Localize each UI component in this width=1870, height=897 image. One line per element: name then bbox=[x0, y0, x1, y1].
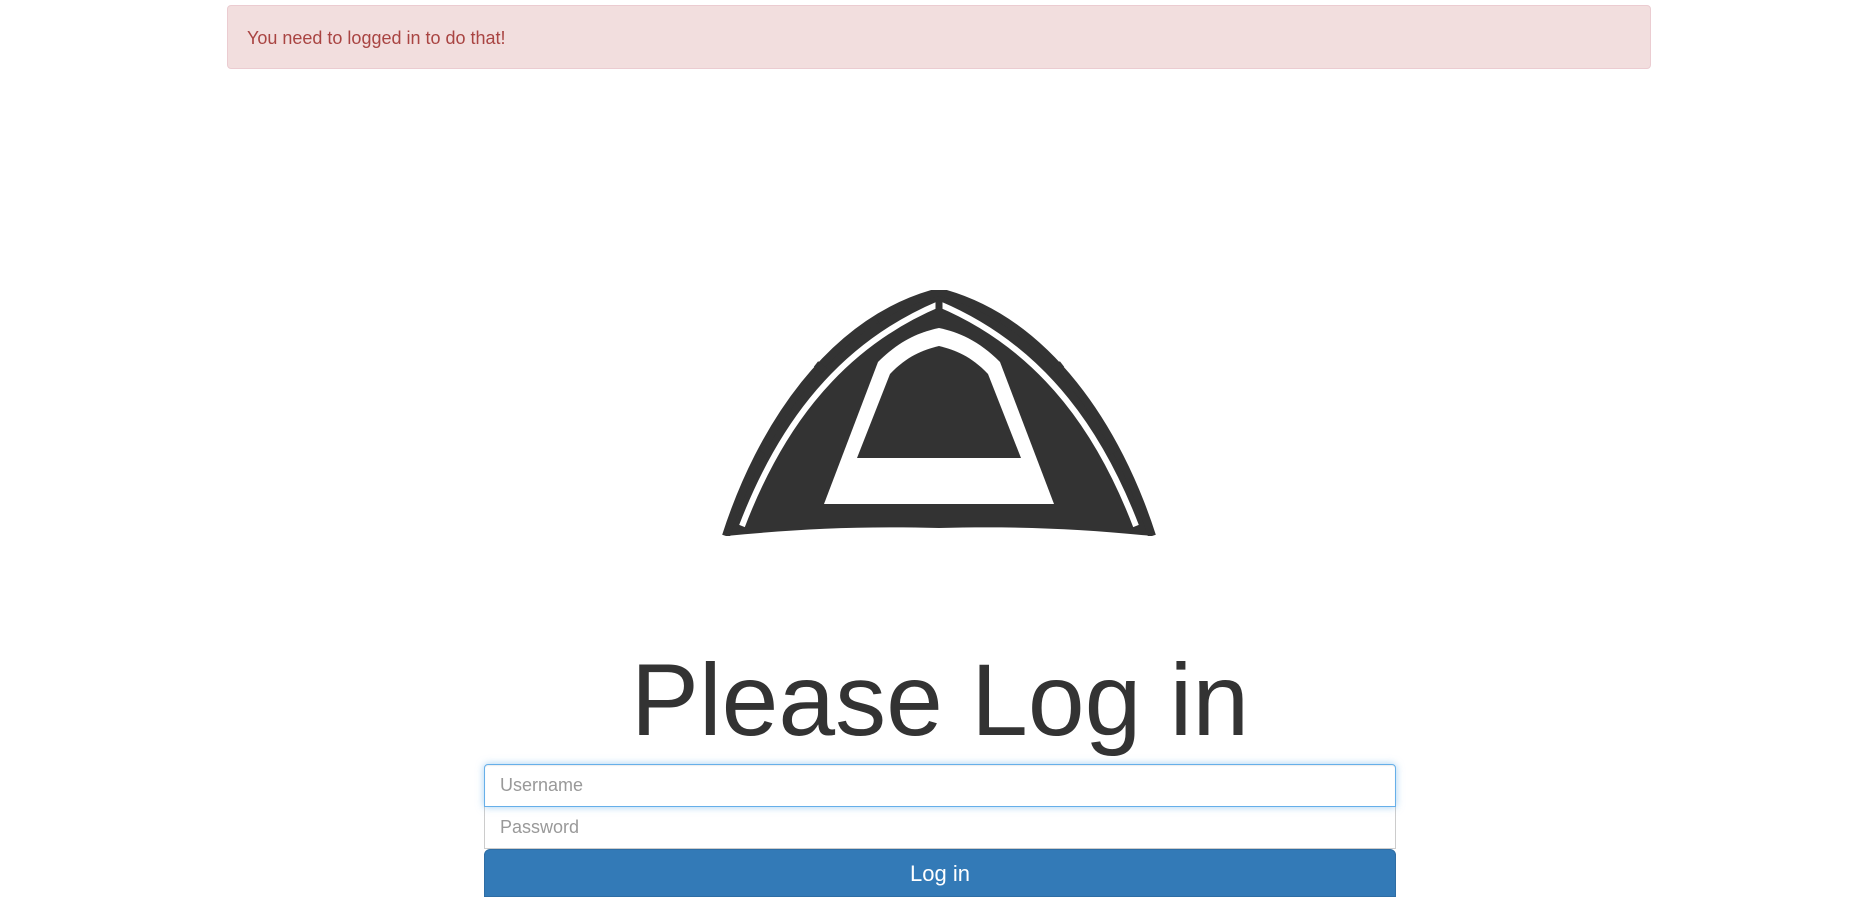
username-input[interactable] bbox=[484, 764, 1396, 807]
alert-message: You need to logged in to do that! bbox=[247, 28, 506, 48]
tent-icon bbox=[722, 290, 1156, 536]
flash-error-alert: You need to logged in to do that! bbox=[227, 5, 1651, 69]
login-button[interactable]: Log in bbox=[484, 849, 1396, 897]
page-title: Please Log in bbox=[630, 643, 1250, 757]
login-form: Log in bbox=[484, 764, 1396, 897]
password-input[interactable] bbox=[484, 806, 1396, 849]
